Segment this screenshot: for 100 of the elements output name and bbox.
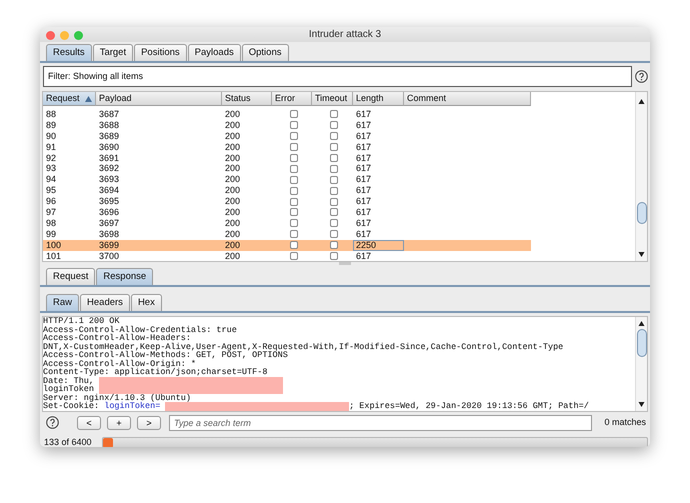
payload-cell-text: 3687	[98, 109, 120, 120]
status-cell-text: 200	[224, 152, 242, 164]
timeout-checkbox[interactable]	[330, 121, 338, 130]
payload-cell-text: 3690	[98, 142, 120, 153]
timeout-checkbox[interactable]	[330, 164, 338, 173]
response-text: Content-Type: application/json;charset=UTF-8	[43, 367, 268, 378]
table-row[interactable]: 95 3694 200 617	[43, 185, 531, 196]
timeout-checkbox[interactable]	[330, 198, 338, 206]
help-icon[interactable]	[46, 416, 59, 430]
table-row[interactable]: 88 3687 200 617	[43, 109, 531, 120]
add-button[interactable]: +	[107, 416, 131, 430]
status-cell-text: 200	[224, 130, 242, 142]
timeout-checkbox[interactable]	[330, 110, 338, 118]
tab[interactable]: Request	[46, 268, 96, 286]
tab[interactable]: Target	[92, 44, 134, 61]
timeout-checkbox[interactable]	[330, 143, 338, 152]
response-text: Access-Control-Allow-Origin: *	[43, 358, 196, 369]
timeout-checkbox[interactable]	[330, 186, 338, 195]
response-text: Server: nginx/1.10.3 (Ubuntu)	[43, 392, 191, 403]
timeout-checkbox[interactable]	[330, 219, 338, 228]
request-cell-text: 97	[45, 207, 58, 218]
payload-cell-text: 3697	[98, 218, 120, 229]
close-button[interactable]	[46, 31, 55, 40]
payload-cell-text: 3693	[98, 174, 120, 186]
table-row[interactable]: 92 3691 200 617	[43, 152, 531, 164]
tab[interactable]: Response	[96, 268, 154, 286]
table-row[interactable]: 99 3698 200 617	[43, 228, 531, 240]
timeout-checkbox[interactable]	[330, 132, 338, 140]
search-field[interactable]: Type a search term	[169, 414, 592, 431]
response-text: HTTP/1.1 200 OK	[43, 317, 120, 326]
payload-cell-text: 3696	[98, 207, 120, 218]
zoom-button[interactable]	[74, 31, 83, 40]
length-cell-text: 617	[355, 142, 372, 153]
table-row[interactable]: 93 3692 200 617	[43, 163, 531, 174]
timeout-checkbox[interactable]	[330, 230, 338, 238]
table-row[interactable]: 98 3697 200 617	[43, 218, 531, 229]
error-checkbox[interactable]	[290, 208, 298, 216]
help-icon[interactable]	[635, 70, 648, 83]
tab[interactable]: Hex	[130, 294, 162, 312]
error-checkbox[interactable]	[290, 132, 298, 140]
tab[interactable]: Raw	[46, 294, 80, 312]
table-row[interactable]: 89 3688 200 617	[43, 120, 531, 131]
status-cell-text: 200	[224, 109, 242, 120]
splitter-grip-icon[interactable]	[339, 262, 351, 266]
status-cell-text: 200	[224, 120, 242, 131]
table-row[interactable]: 96 3695 200 617	[43, 196, 531, 208]
table-row[interactable]: 90 3689 200 617	[43, 130, 531, 142]
error-checkbox[interactable]	[290, 186, 298, 195]
error-checkbox[interactable]	[290, 219, 298, 228]
error-checkbox[interactable]	[290, 176, 298, 184]
tab[interactable]: Results	[46, 44, 92, 61]
length-cell-text: 617	[355, 174, 372, 186]
error-checkbox[interactable]	[290, 154, 298, 162]
table-row[interactable]: 100 3699 200 2250	[43, 240, 531, 251]
scrollbar[interactable]	[635, 317, 647, 411]
timeout-checkbox[interactable]	[330, 154, 338, 162]
scroll-down-icon[interactable]	[638, 400, 645, 408]
error-checkbox[interactable]	[290, 121, 298, 130]
length-cell-text: 617	[355, 163, 372, 174]
previous-button[interactable]: <	[77, 416, 101, 430]
scroll-up-icon[interactable]	[638, 320, 645, 328]
status-cell-text: 200	[224, 174, 242, 186]
timeout-checkbox[interactable]	[330, 176, 338, 184]
error-checkbox[interactable]	[290, 252, 298, 260]
status-cell-text: 200	[224, 228, 242, 240]
error-checkbox[interactable]	[290, 198, 298, 206]
error-checkbox[interactable]	[290, 143, 298, 152]
tab[interactable]: Positions	[134, 44, 187, 61]
next-button[interactable]: >	[137, 416, 161, 430]
tab[interactable]: Payloads	[188, 44, 241, 61]
response-text: Access-Control-Allow-Methods: GET, POST, OPTIONS	[43, 350, 288, 360]
scrollbar[interactable]	[635, 92, 647, 262]
scroll-down-icon[interactable]	[638, 251, 645, 258]
response-text: Access-Control-Allow-Credentials: true	[43, 324, 237, 335]
timeout-checkbox[interactable]	[330, 208, 338, 216]
timeout-checkbox[interactable]	[330, 241, 338, 250]
error-checkbox[interactable]	[290, 164, 298, 173]
scroll-thumb[interactable]	[637, 329, 647, 358]
tab[interactable]: Options	[242, 44, 288, 61]
request-cell-text: 95	[45, 185, 58, 196]
request-cell-text: 100	[45, 240, 62, 251]
length-cell-text: 617	[355, 218, 372, 229]
error-checkbox[interactable]	[290, 230, 298, 238]
table-row[interactable]: 97 3696 200 617	[43, 207, 531, 218]
payload-cell-text: 3689	[98, 130, 120, 142]
table-row[interactable]: 101 3700 200 617	[43, 250, 531, 262]
payload-cell-text: 3695	[98, 196, 120, 208]
scroll-thumb[interactable]	[637, 202, 647, 224]
request-cell-text: 91	[45, 142, 58, 153]
timeout-checkbox[interactable]	[330, 252, 338, 260]
table-row[interactable]: 94 3693 200 617	[43, 174, 531, 186]
status-cell-text: 200	[224, 218, 242, 229]
payload-cell-text: 3688	[98, 120, 120, 131]
error-checkbox[interactable]	[290, 110, 298, 118]
status-cell-text: 200	[224, 250, 242, 262]
table-row[interactable]: 91 3690 200 617	[43, 142, 531, 153]
tab[interactable]: Headers	[80, 294, 130, 312]
scroll-up-icon[interactable]	[638, 98, 645, 105]
filter-bar[interactable]: Filter: Showing all items	[43, 66, 632, 87]
error-checkbox[interactable]	[290, 241, 298, 250]
